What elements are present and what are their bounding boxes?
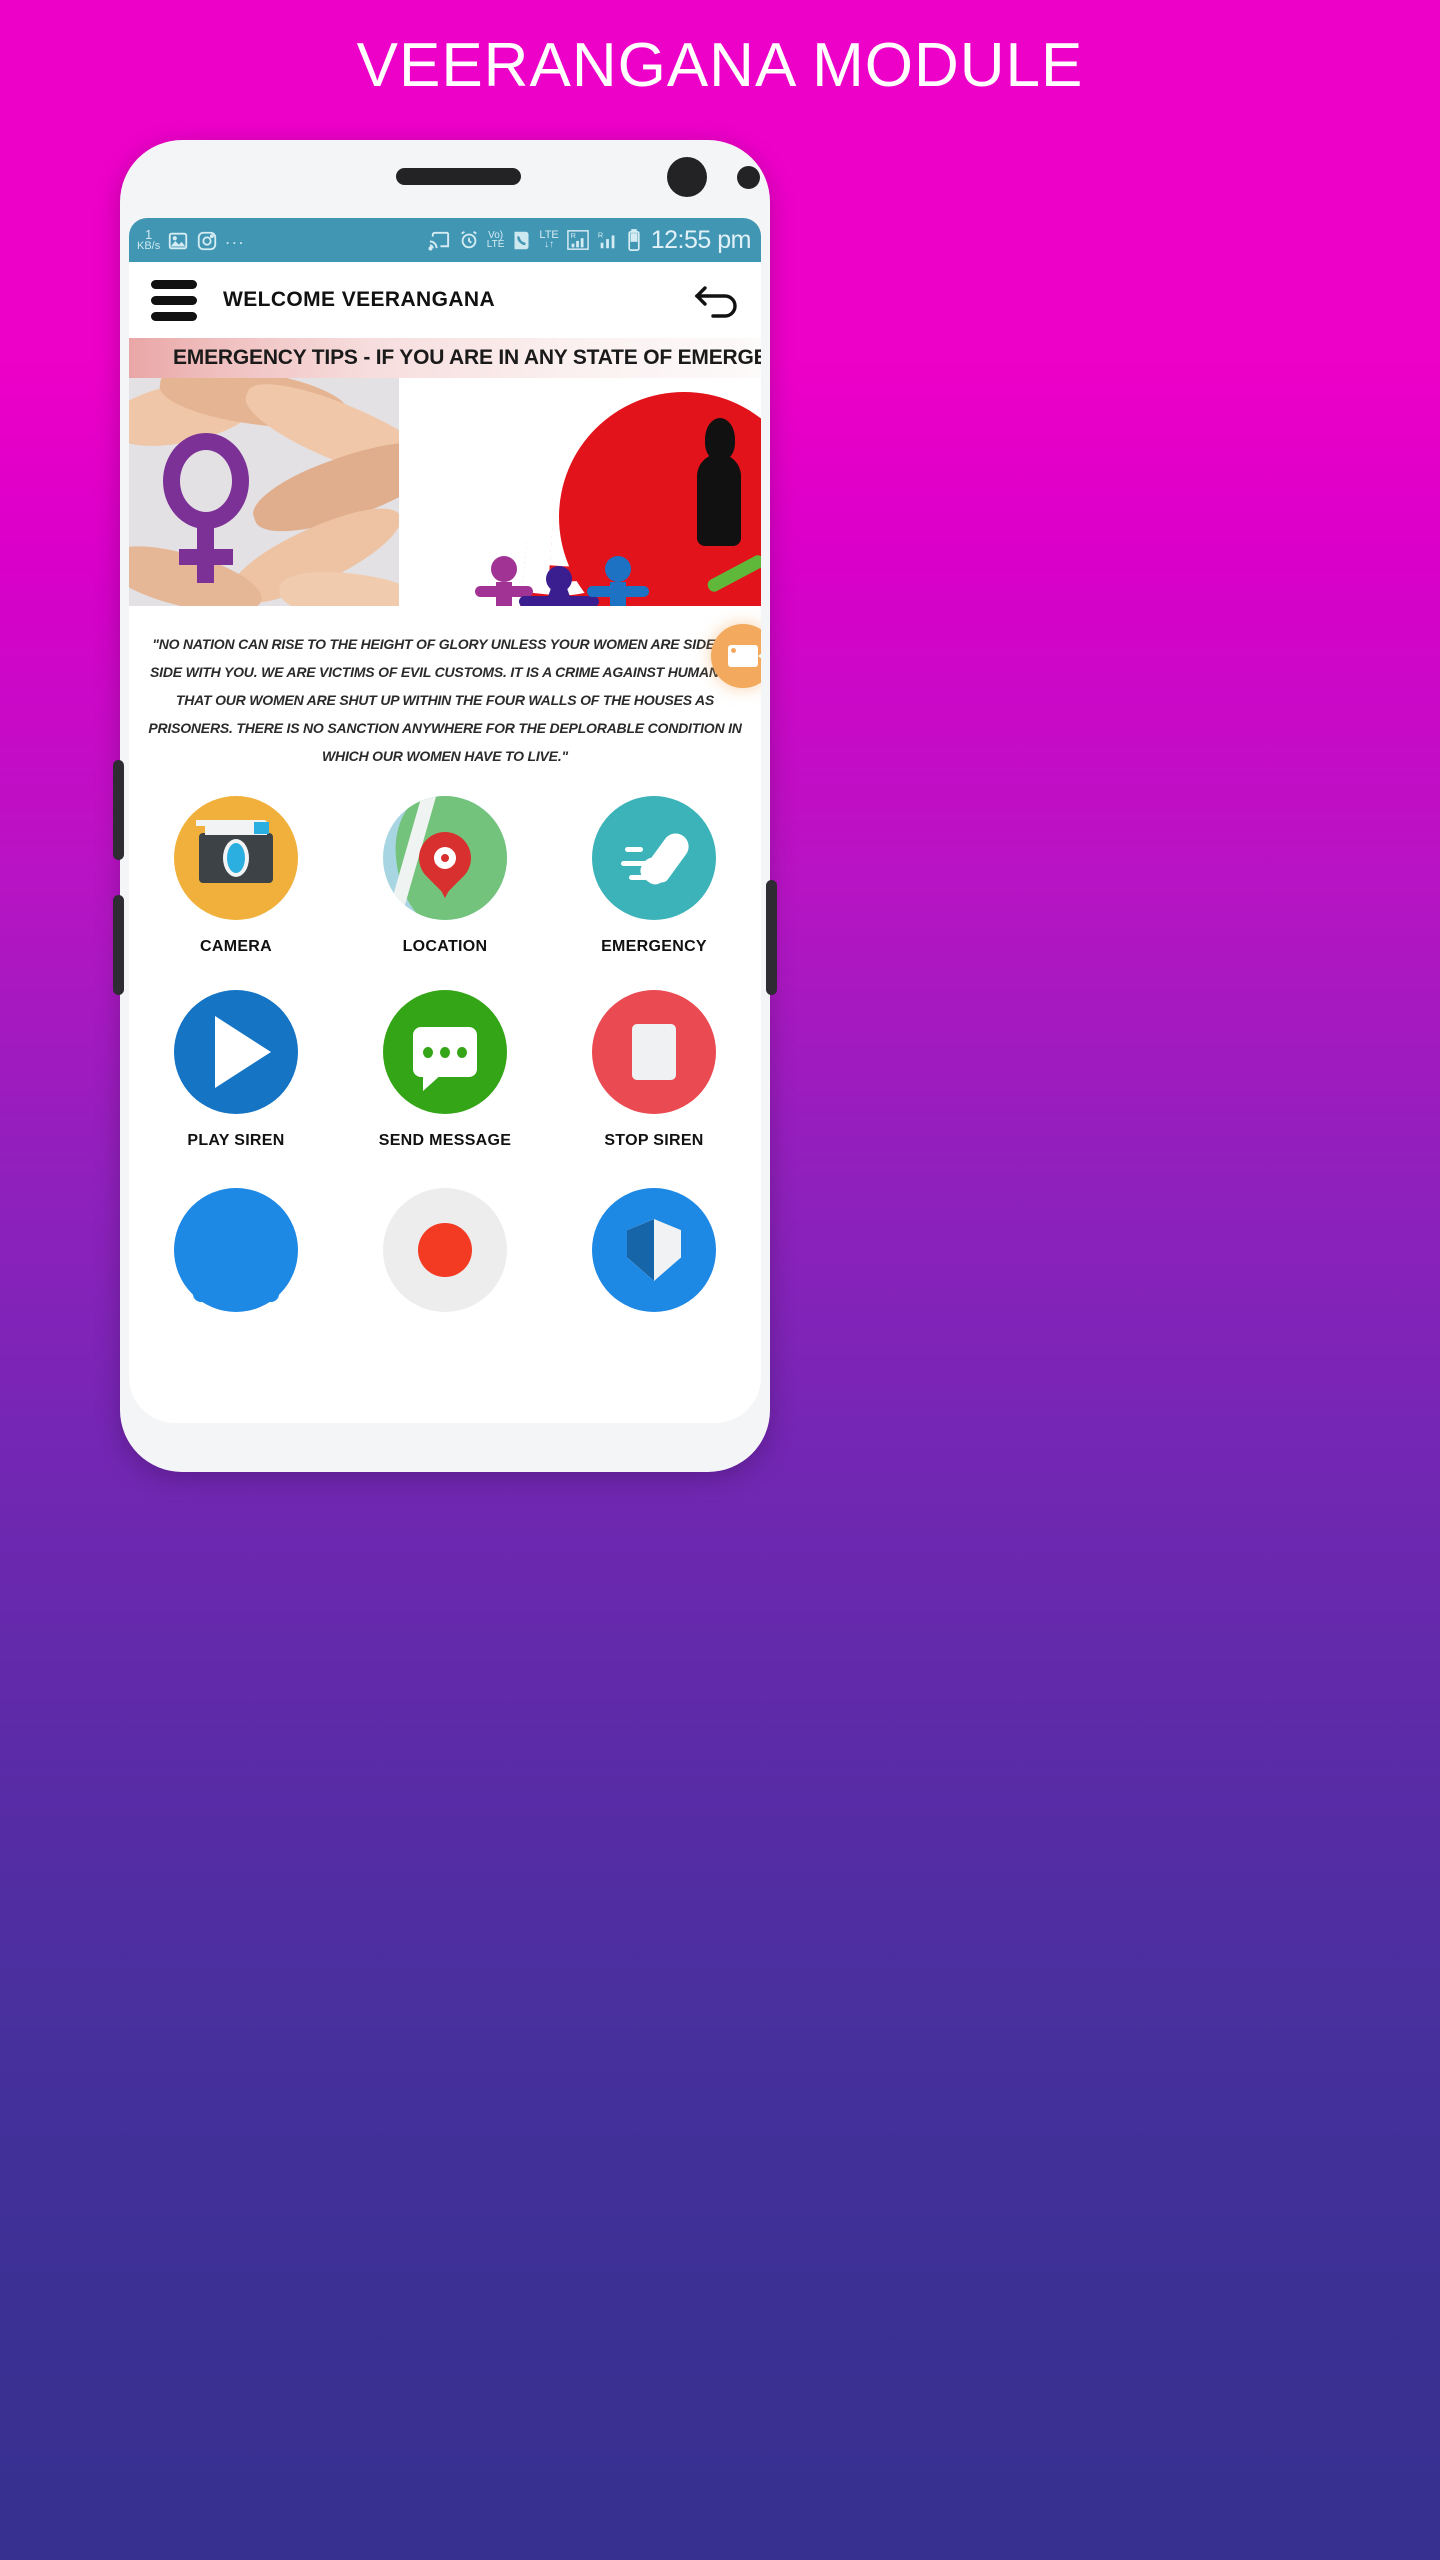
phone-mockup: 1 KB/s ... Vo) LTE LTE ↓↑ R R 12:55 pm W…	[113, 140, 777, 1472]
volume-up-button[interactable]	[113, 760, 124, 860]
phone-screen: 1 KB/s ... Vo) LTE LTE ↓↑ R R 12:55 pm W…	[129, 218, 761, 1423]
action-row-3	[151, 1188, 739, 1312]
signal-r1-icon: R	[566, 230, 589, 250]
venus-symbol-icon	[163, 433, 259, 583]
action-row-1: CAMERA LOCATION EMERGENCY	[151, 796, 739, 956]
carousel-gap	[399, 378, 433, 606]
action-location[interactable]: LOCATION	[360, 796, 530, 956]
volte-icon: Vo) LTE	[486, 230, 505, 250]
camera-icon[interactable]	[174, 796, 298, 920]
back-arrow-icon[interactable]	[693, 280, 743, 320]
play-icon[interactable]	[174, 990, 298, 1114]
action-label: PLAY SIREN	[187, 1132, 285, 1149]
action-support[interactable]	[151, 1188, 321, 1312]
action-label: LOCATION	[402, 938, 488, 955]
app-bar: WELCOME VEERANGANA	[129, 262, 761, 338]
action-label: EMERGENCY	[601, 938, 707, 955]
volume-down-button[interactable]	[113, 895, 124, 995]
phone-call-icon[interactable]	[592, 796, 716, 920]
image-carousel[interactable]	[129, 378, 761, 606]
stick-figure-blue	[587, 556, 649, 606]
stop-icon[interactable]	[592, 990, 716, 1114]
gallery-icon	[169, 232, 188, 250]
status-bar: 1 KB/s ... Vo) LTE LTE ↓↑ R R 12:55 pm	[129, 218, 761, 262]
inspirational-quote: "NO NATION CAN RISE TO THE HEIGHT OF GLO…	[148, 636, 742, 764]
action-label: SEND MESSAGE	[378, 1132, 512, 1149]
phone-top-bezel	[120, 140, 770, 218]
ticker-text: EMERGENCY TIPS - IF YOU ARE IN ANY STATE…	[173, 346, 761, 369]
hamburger-menu-icon[interactable]	[151, 273, 197, 328]
message-icon[interactable]	[383, 990, 507, 1114]
carousel-slide-red-hand[interactable]	[433, 378, 761, 606]
emergency-tips-ticker[interactable]: EMERGENCY TIPS - IF YOU ARE IN ANY STATE…	[129, 338, 761, 378]
woman-silhouette-icon	[693, 418, 745, 568]
cast-icon	[428, 231, 449, 251]
action-stop-siren[interactable]: STOP SIREN	[569, 990, 739, 1150]
call-icon	[514, 231, 529, 249]
action-send-message[interactable]: SEND MESSAGE	[360, 990, 530, 1150]
svg-text:R: R	[570, 231, 575, 240]
signal-r2-icon: R	[598, 230, 615, 249]
earpiece-speaker-icon	[396, 168, 521, 185]
page-title: VEERANGANA MODULE	[356, 31, 1084, 100]
action-label: CAMERA	[199, 938, 273, 955]
record-icon[interactable]	[383, 1188, 507, 1312]
action-play-siren[interactable]: PLAY SIREN	[151, 990, 321, 1150]
instagram-icon	[198, 231, 217, 251]
action-safety[interactable]	[569, 1188, 739, 1312]
status-bar-clock: 12:55 pm	[650, 225, 752, 254]
headphone-icon[interactable]	[174, 1188, 298, 1312]
lte-data-icon: LTE ↓↑	[539, 229, 559, 250]
action-grid: CAMERA LOCATION EMERGENCY PLAY SIREN SEN…	[129, 782, 761, 1312]
action-row-2: PLAY SIREN SEND MESSAGE STOP SIREN	[151, 990, 739, 1150]
action-camera[interactable]: CAMERA	[151, 796, 321, 956]
network-speed-indicator: 1 KB/s	[137, 227, 161, 252]
action-record[interactable]	[360, 1188, 530, 1312]
action-emergency[interactable]: EMERGENCY	[569, 796, 739, 956]
shield-icon[interactable]	[592, 1188, 716, 1312]
stick-figure-purple	[475, 556, 533, 606]
power-button[interactable]	[766, 880, 777, 995]
app-bar-title: WELCOME VEERANGANA	[223, 288, 496, 311]
front-camera-icon	[667, 157, 707, 197]
alarm-icon	[460, 230, 477, 249]
map-pin-icon[interactable]	[383, 796, 507, 920]
proximity-sensor-icon	[737, 166, 760, 189]
stick-figure-indigo	[519, 566, 599, 606]
battery-icon	[628, 228, 640, 251]
carousel-slide-hands-venus[interactable]	[129, 378, 399, 606]
svg-text:R: R	[598, 230, 603, 239]
overflow-dots-icon: ...	[225, 229, 246, 248]
action-label: STOP SIREN	[604, 1132, 704, 1149]
